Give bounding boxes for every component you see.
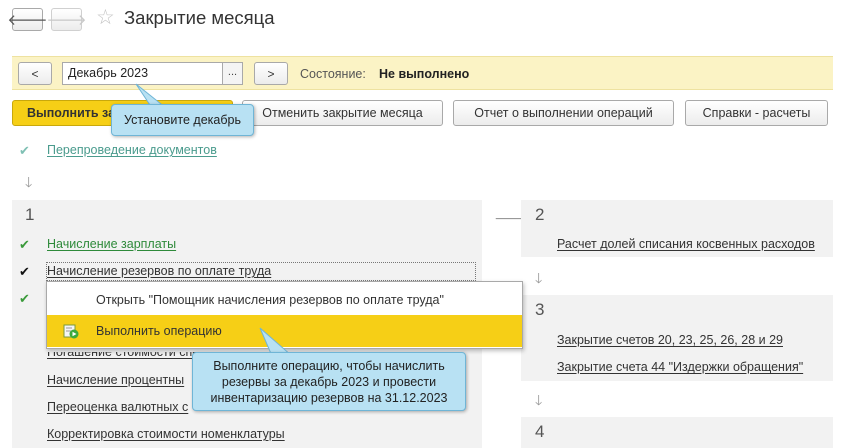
back-button[interactable]: 🡐 [7,8,48,31]
account-44-closing-link[interactable]: Закрытие счета 44 "Издержки обращения" [557,360,803,374]
reference-calculations-button[interactable]: Справки - расчеты [685,100,828,126]
check-done-icon: ✔ [19,237,30,252]
execute-operation-label: Выполнить операцию [96,324,222,338]
forward-button[interactable]: 🡒 [46,8,87,31]
open-reserves-assistant-item[interactable]: Открыть "Помощник начисления резервов по… [47,284,522,316]
group-number: 3 [535,300,545,319]
arrow-down-icon: 🡓 [535,392,543,408]
execute-operation-icon [63,324,79,339]
cancel-month-close-button[interactable]: Отменить закрытие месяца [242,100,443,126]
arrow-left-icon: 🡐 [7,12,48,29]
operations-report-button[interactable]: Отчет о выполнении операций [453,100,674,126]
set-december-callout: Установите декабрь [111,104,254,136]
execute-operation-callout: Выполните операцию, чтобы начислить резе… [192,352,466,411]
state-value: Не выполнено [379,67,470,81]
page-title: Закрытие месяца [124,7,275,28]
cost-adjustment-link[interactable]: Корректировка стоимости номенклатуры [47,427,285,441]
reposting-documents-link[interactable]: Перепроведение документов [47,143,217,157]
operation-group-4: 4 [521,417,833,448]
group-number: 4 [535,422,545,441]
selection-frame [46,262,476,281]
check-icon: ✔ [19,264,30,279]
arrow-down-icon: 🡓 [535,270,543,286]
arrow-right-icon: 🡒 [46,12,87,29]
accounts-closing-link[interactable]: Закрытие счетов 20, 23, 25, 26, 28 и 29 [557,333,783,347]
interest-accrual-link[interactable]: Начисление процентны [47,373,184,387]
group-number: 1 [25,205,35,224]
star-icon[interactable]: ☆ [96,7,115,29]
currency-revaluation-link[interactable]: Переоценка валютных с [47,400,188,414]
period-select-button[interactable]: ... [222,62,243,85]
state-label: Состояние: [300,67,366,81]
next-period-button[interactable]: > [254,62,288,85]
group-number: 2 [535,205,545,224]
payroll-link[interactable]: Начисление зарплаты [47,237,176,251]
previous-period-button[interactable]: < [18,62,52,85]
indirect-costs-link[interactable]: Расчет долей списания косвенных расходов [557,237,815,251]
arrow-down-icon: 🡓 [25,174,33,190]
check-icon: ✔ [19,143,30,158]
check-done-icon: ✔ [19,291,30,306]
